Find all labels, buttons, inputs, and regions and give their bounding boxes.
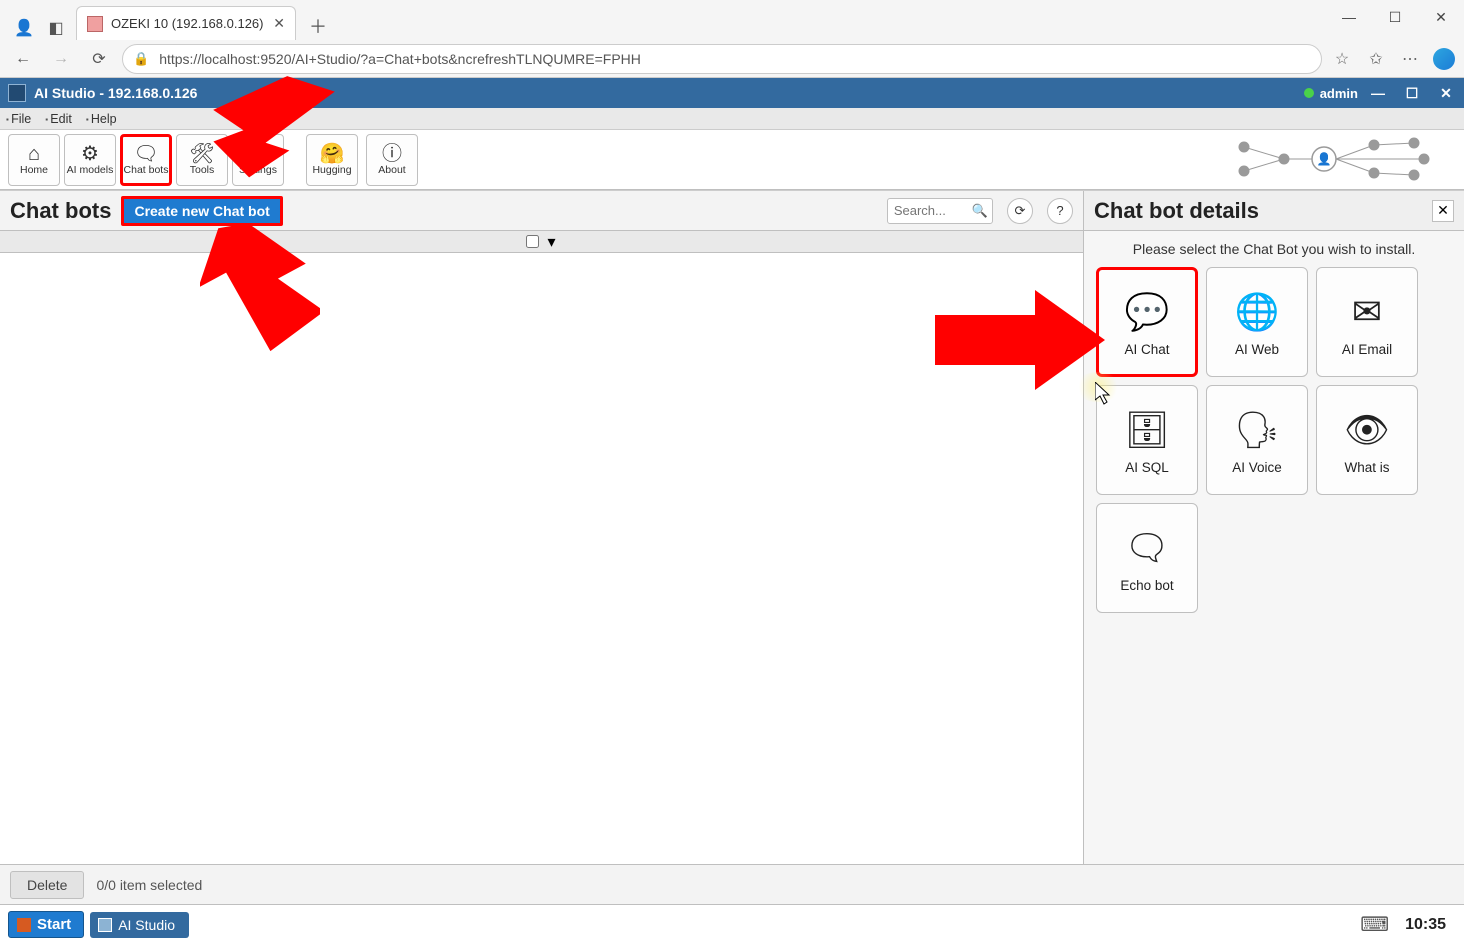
toolbar-tools[interactable]: 🛠Tools (176, 134, 228, 186)
toolbar-home[interactable]: ⌂Home (8, 134, 60, 186)
svg-text:👤: 👤 (1317, 152, 1332, 166)
app-title: AI Studio - 192.168.0.126 (34, 85, 197, 101)
app-close[interactable]: ✕ (1432, 82, 1460, 104)
bot-card-echo-bot[interactable]: 🗨Echo bot (1096, 503, 1198, 613)
grid-body (0, 253, 1083, 864)
select-all-checkbox[interactable] (526, 235, 539, 248)
bot-icon: ✉ (1352, 282, 1382, 342)
bot-icon: 👁 (1344, 400, 1390, 460)
start-icon (17, 918, 31, 932)
tab-close-icon[interactable]: ✕ (273, 15, 285, 32)
app-maximize[interactable]: ☐ (1398, 82, 1426, 104)
details-description: Please select the Chat Bot you wish to i… (1084, 231, 1464, 267)
tools-icon: 🛠 (189, 144, 214, 164)
refresh-list-button[interactable]: ⟳ (1007, 198, 1033, 224)
window-minimize[interactable]: — (1326, 0, 1372, 34)
search-input[interactable] (892, 202, 972, 219)
home-icon: ⌂ (28, 144, 40, 164)
left-pane: Chat bots Create new Chat bot 🔍 ⟳ ? ▾ (0, 191, 1084, 864)
toolbar-chat-bots[interactable]: 🗨Chat bots (120, 134, 172, 186)
bot-card-label: Echo bot (1120, 578, 1173, 599)
bot-icon: 💬 (1125, 282, 1170, 342)
details-title: Chat bot details (1094, 198, 1432, 224)
bot-card-ai-voice[interactable]: 🗣AI Voice (1206, 385, 1308, 495)
bot-card-label: AI Web (1235, 342, 1279, 363)
bot-icon: 🗨 (1124, 518, 1170, 578)
help-button[interactable]: ? (1047, 198, 1073, 224)
clock: 10:35 (1405, 916, 1456, 934)
create-chat-bot-button[interactable]: Create new Chat bot (121, 196, 282, 226)
keyboard-icon[interactable]: ⌨ (1360, 912, 1389, 937)
toolbar: ⌂Home ⚙AI models 🗨Chat bots 🛠Tools ⚙Sett… (0, 130, 1464, 190)
refresh-button[interactable]: ⟳ (84, 44, 114, 74)
column-dropdown-icon[interactable]: ▾ (542, 235, 562, 249)
bot-card-label: What is (1344, 460, 1389, 481)
search-icon[interactable]: 🔍 (972, 203, 988, 219)
address-bar[interactable]: 🔒 (122, 44, 1322, 74)
chat-icon: 🗨 (133, 144, 158, 164)
bot-icon: 🌐 (1235, 282, 1280, 342)
browser-tab[interactable]: OZEKI 10 (192.168.0.126) ✕ (76, 6, 296, 40)
menu-help[interactable]: Help (86, 112, 117, 126)
delete-button[interactable]: Delete (10, 871, 84, 899)
info-icon: ⓘ (382, 144, 402, 164)
bot-type-grid: 💬AI Chat🌐AI Web✉AI Email🗄AI SQL🗣AI Voice… (1084, 267, 1464, 613)
bot-icon: 🗄 (1124, 400, 1170, 460)
copilot-icon[interactable] (1432, 47, 1456, 71)
browser-chrome: 👤 ◧ OZEKI 10 (192.168.0.126) ✕ ＋ ← → ⟳ 🔒… (0, 0, 1464, 78)
bot-card-what-is[interactable]: 👁What is (1316, 385, 1418, 495)
bot-card-ai-chat[interactable]: 💬AI Chat (1096, 267, 1198, 377)
forward-button: → (46, 44, 76, 74)
hug-icon: 🤗 (320, 144, 345, 164)
grid-header: ▾ (0, 231, 1083, 253)
footer-bar: Delete 0/0 item selected (0, 864, 1464, 904)
window-close[interactable]: ✕ (1418, 0, 1464, 34)
taskbar: Start AI Studio ⌨ 10:35 (0, 904, 1464, 944)
app-icon (8, 84, 26, 102)
page-title: Chat bots (10, 198, 111, 224)
app-titlebar: AI Studio - 192.168.0.126 admin — ☐ ✕ (0, 78, 1464, 108)
menu-edit[interactable]: Edit (45, 112, 72, 126)
bot-card-label: AI SQL (1125, 460, 1169, 481)
user-label[interactable]: admin (1320, 86, 1358, 101)
url-input[interactable] (157, 50, 1311, 68)
tab-favicon (87, 16, 103, 32)
favorite-icon[interactable]: ☆ (1330, 47, 1354, 71)
network-graphic: 👤 (1224, 134, 1454, 184)
status-dot-icon (1304, 88, 1314, 98)
toolbar-settings[interactable]: ⚙Settings (232, 134, 284, 186)
taskbar-app[interactable]: AI Studio (90, 912, 189, 938)
app-task-icon (98, 918, 112, 932)
start-button[interactable]: Start (8, 911, 84, 938)
bot-card-ai-web[interactable]: 🌐AI Web (1206, 267, 1308, 377)
bot-card-label: AI Email (1342, 342, 1392, 363)
bot-card-ai-sql[interactable]: 🗄AI SQL (1096, 385, 1198, 495)
tab-title: OZEKI 10 (192.168.0.126) (111, 16, 265, 31)
menu-file[interactable]: File (6, 112, 31, 126)
toolbar-ai-models[interactable]: ⚙AI models (64, 134, 116, 186)
bot-card-ai-email[interactable]: ✉AI Email (1316, 267, 1418, 377)
toolbar-hugging[interactable]: 🤗Hugging (306, 134, 358, 186)
bot-card-label: AI Voice (1232, 460, 1282, 481)
toolbar-about[interactable]: ⓘAbout (366, 134, 418, 186)
profile-icon[interactable]: 👤 (12, 16, 36, 40)
workspaces-icon[interactable]: ◧ (44, 16, 68, 40)
bot-icon: 🗣 (1234, 400, 1280, 460)
app-minimize[interactable]: — (1364, 82, 1392, 104)
settings-icon: ⚙ (249, 144, 267, 164)
menubar: File Edit Help (0, 108, 1464, 130)
new-tab-button[interactable]: ＋ (304, 12, 332, 40)
window-maximize[interactable]: ☐ (1372, 0, 1418, 34)
more-icon[interactable]: ⋯ (1398, 47, 1422, 71)
gear-brain-icon: ⚙ (81, 144, 99, 164)
favorites-bar-icon[interactable]: ✩ (1364, 47, 1388, 71)
back-button[interactable]: ← (8, 44, 38, 74)
lock-icon: 🔒 (133, 51, 149, 67)
selection-status: 0/0 item selected (96, 877, 202, 893)
close-details-button[interactable]: ✕ (1432, 200, 1454, 222)
search-box[interactable]: 🔍 (887, 198, 993, 224)
bot-card-label: AI Chat (1124, 342, 1169, 363)
right-pane: Chat bot details ✕ Please select the Cha… (1084, 191, 1464, 864)
